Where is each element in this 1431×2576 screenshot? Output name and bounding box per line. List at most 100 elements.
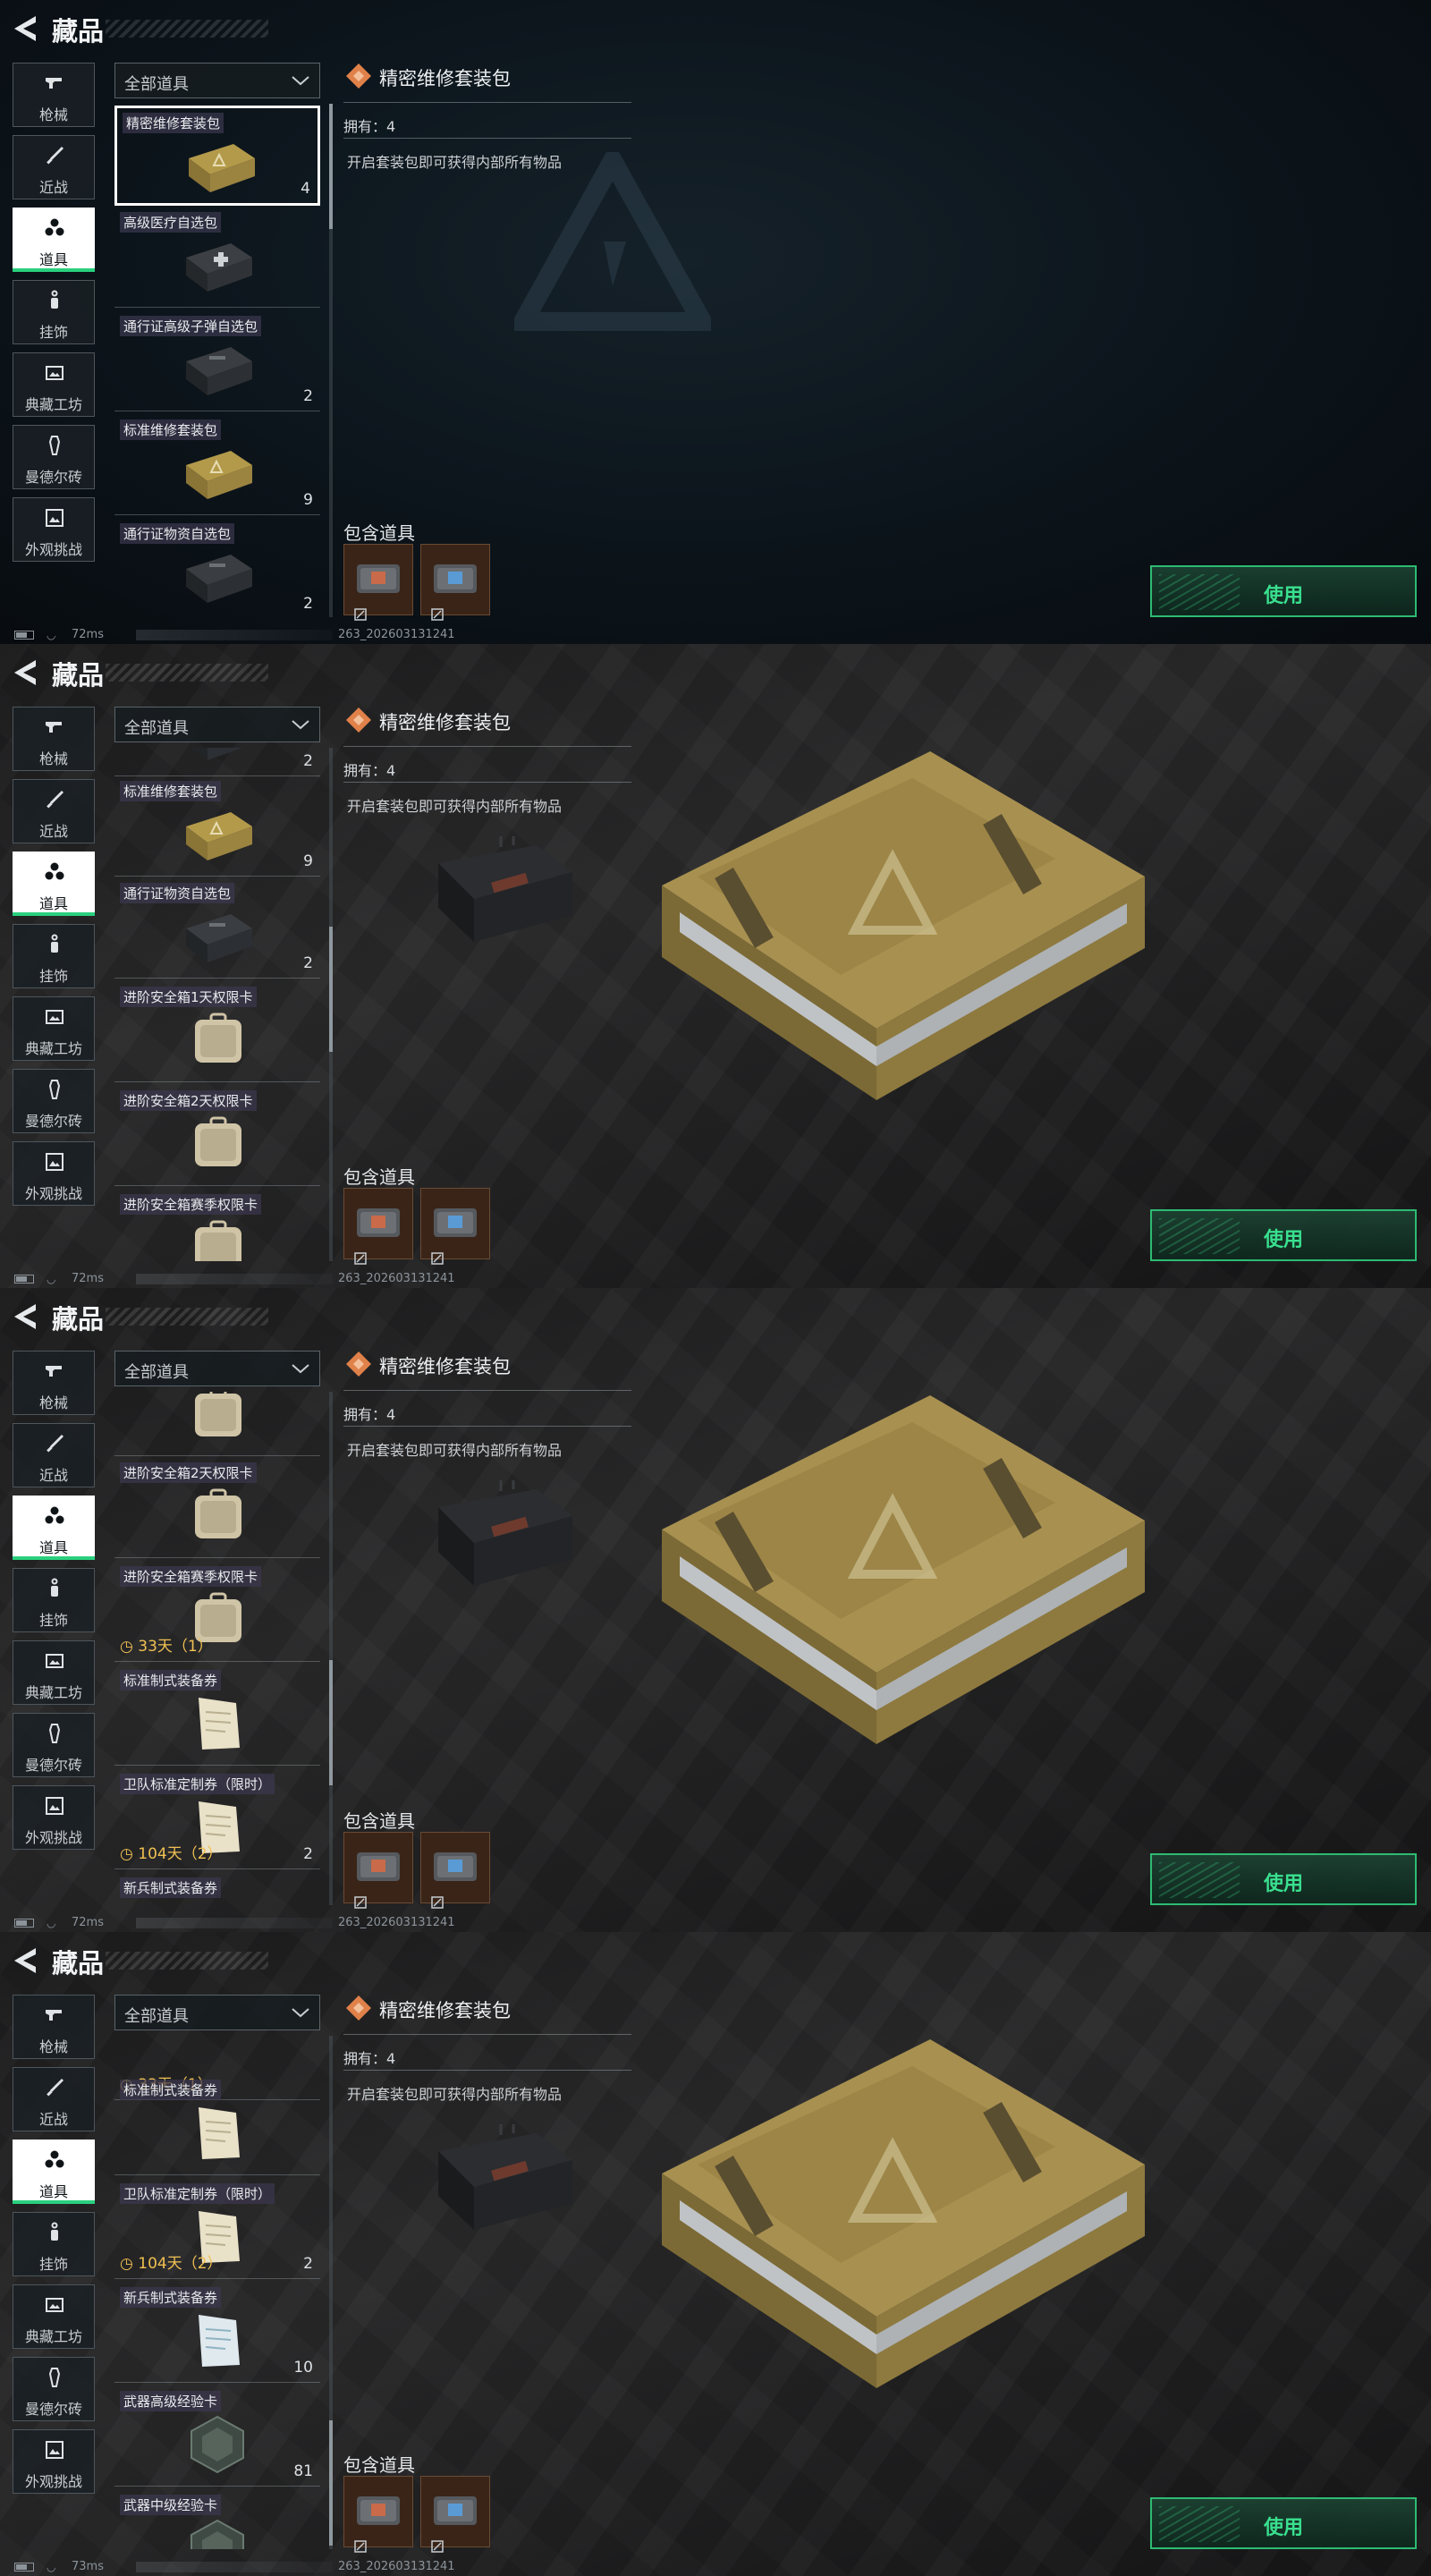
sidebar-item[interactable]: 典藏工坊 xyxy=(13,1640,95,1705)
link-corner-icon xyxy=(347,1243,367,1265)
item-name: 进阶安全箱1天权限卡 xyxy=(120,987,257,1007)
list-item[interactable]: 高级医疗自选包 xyxy=(114,208,320,308)
sidebar-item[interactable]: 曼德尔砖 xyxy=(13,2357,95,2421)
sidebar-item[interactable]: 枪械 xyxy=(13,1995,95,2059)
back-arrow-icon[interactable] xyxy=(13,14,39,43)
sidebar-item[interactable]: 道具 xyxy=(13,208,95,272)
contained-item-slot[interactable] xyxy=(343,1188,413,1265)
item-timer-text: 104天（2） xyxy=(138,2255,223,2273)
scrollbar-thumb[interactable] xyxy=(329,927,333,1052)
sidebar-item[interactable]: 挂饰 xyxy=(13,1568,95,1632)
sidebar-item[interactable]: 枪械 xyxy=(13,63,95,127)
sidebar-item[interactable]: 外观挑战 xyxy=(13,1141,95,1206)
chevron-down-icon xyxy=(291,2004,310,2021)
list-item[interactable]: 进阶安全箱2天权限卡 xyxy=(114,1086,320,1186)
sidebar-item[interactable]: 近战 xyxy=(13,2067,95,2131)
item-timer: ◷ 33天（1） xyxy=(120,1633,213,1656)
use-button[interactable]: 使用 xyxy=(1150,2497,1417,2549)
brick-icon xyxy=(44,1723,65,1744)
sidebar-item[interactable]: 道具 xyxy=(13,852,95,916)
list-item[interactable]: 精密维修套装包 4 xyxy=(114,106,320,206)
list-item[interactable]: 进阶安全箱1天权限卡 xyxy=(114,982,320,1082)
list-item[interactable]: 新兵制式装备券 10 xyxy=(114,2283,320,2383)
sidebar-item-label: 典藏工坊 xyxy=(24,1684,82,1701)
list-item[interactable]: 卫队标准定制券（限时） 2 ◷ 104天（2） xyxy=(114,1769,320,1869)
item-thumbnail xyxy=(177,801,258,866)
contained-item-slot[interactable] xyxy=(343,1832,413,1909)
list-item[interactable]: 武器高级经验卡 81 xyxy=(114,2386,320,2487)
sidebar-item[interactable]: 近战 xyxy=(13,135,95,199)
clock-icon: ◷ xyxy=(120,2255,139,2273)
sidebar-item[interactable]: 外观挑战 xyxy=(13,2429,95,2494)
contained-item-slot[interactable] xyxy=(343,544,413,621)
contained-item-slot[interactable] xyxy=(343,2476,413,2553)
sidebar-item[interactable]: 曼德尔砖 xyxy=(13,1069,95,1133)
scrollbar-thumb[interactable] xyxy=(329,2420,333,2546)
scrollbar-thumb[interactable] xyxy=(329,1660,333,1785)
item-filter-dropdown[interactable]: 全部道具 xyxy=(114,707,320,742)
list-item[interactable]: 卫队标准定制券（限时） 2 ◷ 104天（2） xyxy=(114,2179,320,2279)
sidebar-item[interactable]: 枪械 xyxy=(13,707,95,771)
sidebar-item[interactable]: 曼德尔砖 xyxy=(13,1713,95,1777)
item-name: 通行证高级子弹自选包 xyxy=(120,316,262,336)
list-scrollbar[interactable] xyxy=(329,104,333,617)
divider xyxy=(343,138,631,139)
sidebar-item[interactable]: 典藏工坊 xyxy=(13,996,95,1061)
sidebar-item[interactable]: 外观挑战 xyxy=(13,1785,95,1850)
list-scrollbar[interactable] xyxy=(329,2036,333,2549)
owned-count: 拥有：4 xyxy=(343,1406,396,1423)
use-button[interactable]: 使用 xyxy=(1150,1209,1417,1261)
list-item[interactable]: 进阶安全箱赛季权限卡 ◷ 33天（1） xyxy=(114,1562,320,1662)
item-quantity: 9 xyxy=(303,852,313,870)
sidebar-item[interactable]: 典藏工坊 xyxy=(13,2284,95,2349)
contained-item-slot[interactable] xyxy=(420,2476,490,2553)
scrollbar-thumb[interactable] xyxy=(329,104,333,229)
item-filter-dropdown[interactable]: 全部道具 xyxy=(114,63,320,98)
back-arrow-icon[interactable] xyxy=(13,658,39,687)
sidebar-item[interactable]: 近战 xyxy=(13,779,95,843)
sidebar-item[interactable]: 外观挑战 xyxy=(13,497,95,562)
sidebar-item-label: 近战 xyxy=(38,179,68,196)
sidebar-item[interactable]: 近战 xyxy=(13,1423,95,1487)
back-arrow-icon[interactable] xyxy=(13,1946,39,1975)
list-item[interactable]: 标准制式装备券 xyxy=(114,1665,320,1766)
workshop-icon xyxy=(44,1650,65,1672)
workshop-icon xyxy=(44,1006,65,1028)
sidebar-item[interactable]: 道具 xyxy=(13,2140,95,2204)
list-item[interactable] xyxy=(114,1392,320,1456)
list-item[interactable]: 通行证物资自选包 2 xyxy=(114,878,320,979)
divider xyxy=(343,2070,631,2071)
item-list: 精密维修套装包 4 高级医疗自选包通行证高级子弹自选包 2 标准维修套装包 9 通行证物资自… xyxy=(114,104,322,617)
back-arrow-icon[interactable] xyxy=(13,1302,39,1331)
use-button[interactable]: 使用 xyxy=(1150,1853,1417,1905)
challenge-icon xyxy=(44,2439,65,2461)
chevron-down-icon xyxy=(291,716,310,733)
list-item[interactable]: 标准维修套装包 9 xyxy=(114,776,320,877)
list-item[interactable]: 标准维修套装包 9 xyxy=(114,415,320,515)
list-scrollbar[interactable] xyxy=(329,1392,333,1905)
sidebar-item[interactable]: 挂饰 xyxy=(13,2212,95,2276)
sidebar-item[interactable]: 道具 xyxy=(13,1496,95,1560)
item-filter-dropdown[interactable]: 全部道具 xyxy=(114,1995,320,2030)
list-item[interactable]: 通行证物资自选包 2 xyxy=(114,519,320,617)
list-scrollbar[interactable] xyxy=(329,748,333,1261)
sidebar-item[interactable]: 挂饰 xyxy=(13,280,95,344)
wifi-icon: ◡ xyxy=(47,1917,56,1929)
use-button[interactable]: 使用 xyxy=(1150,565,1417,617)
contained-item-slot[interactable] xyxy=(420,544,490,621)
sidebar-item[interactable]: 曼德尔砖 xyxy=(13,425,95,489)
sidebar-item[interactable]: 典藏工坊 xyxy=(13,352,95,417)
contained-item-slot[interactable] xyxy=(420,1832,490,1909)
list-item[interactable]: 进阶安全箱2天权限卡 xyxy=(114,1458,320,1558)
item-filter-dropdown[interactable]: 全部道具 xyxy=(114,1351,320,1386)
list-item[interactable]: 标准制式装备券 xyxy=(114,2075,320,2175)
contained-item-slot[interactable] xyxy=(420,1188,490,1265)
list-item[interactable]: 进阶安全箱赛季权限卡 xyxy=(114,1190,320,1261)
list-item[interactable]: 新兵制式装备券 xyxy=(114,1873,320,1905)
list-item[interactable]: 2 xyxy=(114,748,320,776)
sidebar-item[interactable]: 挂饰 xyxy=(13,924,95,988)
sidebar-item[interactable]: 枪械 xyxy=(13,1351,95,1415)
list-item[interactable]: 通行证高级子弹自选包 2 xyxy=(114,311,320,411)
list-item[interactable]: 武器中级经验卡 xyxy=(114,2490,320,2549)
item-name: 高级医疗自选包 xyxy=(120,212,222,233)
